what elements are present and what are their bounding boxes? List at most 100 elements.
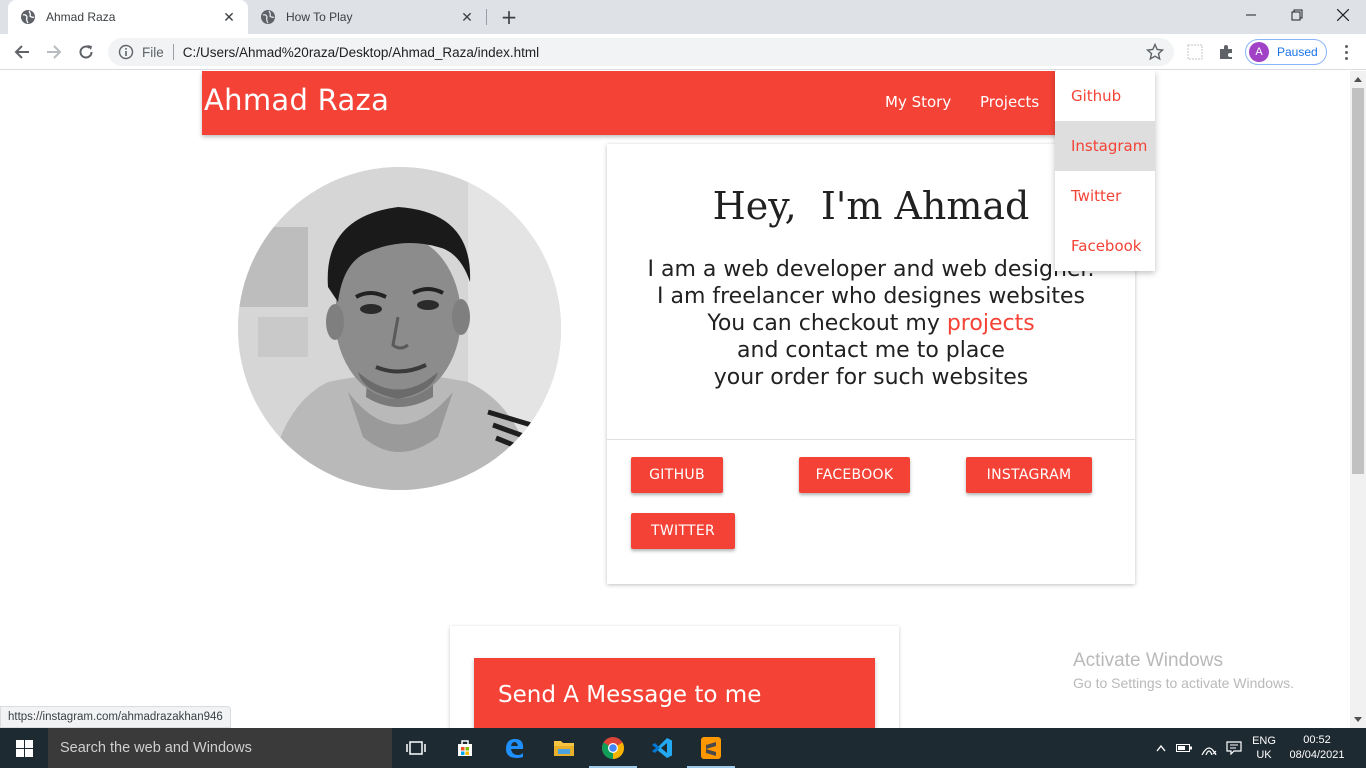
tab-title: How To Play	[286, 10, 353, 24]
arrow-left-icon	[14, 45, 29, 59]
taskbar-vscode[interactable]	[638, 728, 686, 768]
projects-link[interactable]: projects	[947, 311, 1035, 336]
tab-ahmad-raza[interactable]: Ahmad Raza ✕	[8, 0, 248, 34]
reload-icon	[79, 45, 93, 59]
close-window-button[interactable]	[1320, 0, 1366, 30]
network-indicator[interactable]	[1198, 728, 1220, 768]
taskbar-sublime-text[interactable]	[687, 728, 735, 768]
minimize-icon	[1246, 14, 1256, 16]
page-scrollbar[interactable]	[1350, 71, 1366, 728]
omnibox-separator	[172, 44, 174, 60]
clock-time: 00:52	[1303, 734, 1331, 746]
taskbar-edge[interactable]	[490, 728, 538, 768]
vscode-icon	[652, 738, 672, 758]
start-button[interactable]	[0, 728, 48, 768]
dropdown-item-facebook[interactable]: Facebook	[1055, 221, 1155, 271]
chrome-icon	[602, 737, 624, 759]
message-card-header: Send A Message to me	[474, 658, 875, 728]
battery-icon	[1176, 744, 1192, 752]
scroll-up-icon[interactable]	[1354, 77, 1362, 82]
address-bar[interactable]: File C:/Users/Ahmad%20raza/Desktop/Ahmad…	[108, 38, 1174, 66]
tab-how-to-play[interactable]: How To Play ✕	[248, 0, 486, 34]
store-icon	[458, 740, 472, 756]
facebook-button[interactable]: FACEBOOK	[799, 457, 910, 493]
task-view-button[interactable]	[392, 728, 440, 768]
browser-toolbar: File C:/Users/Ahmad%20raza/Desktop/Ahmad…	[0, 34, 1366, 70]
folder-icon	[554, 741, 574, 756]
globe-icon	[261, 10, 275, 24]
taskbar-file-explorer[interactable]	[540, 728, 588, 768]
card-divider	[607, 439, 1135, 440]
intro-line: I am freelancer who designes websites	[656, 284, 1086, 309]
language-code: ENG	[1252, 735, 1276, 747]
action-center-button[interactable]	[1222, 728, 1246, 768]
arrow-right-icon	[47, 45, 62, 59]
nav-link-my-story[interactable]: My Story	[885, 93, 951, 111]
message-card: Send A Message to me	[450, 626, 899, 728]
intro-line-with-link: You can checkout my projects	[607, 310, 1135, 337]
battery-indicator[interactable]	[1174, 728, 1194, 768]
show-hidden-icons-button[interactable]	[1152, 728, 1170, 768]
page-viewport: Ahmad Raza My Story Projects Github Inst…	[0, 71, 1350, 728]
nav-link-projects[interactable]: Projects	[980, 93, 1039, 111]
social-dropdown-menu: Github Instagram Twitter Facebook	[1055, 71, 1155, 271]
restore-icon	[1291, 9, 1303, 21]
restore-button[interactable]	[1274, 0, 1320, 30]
message-card-title: Send A Message to me	[498, 682, 762, 708]
intro-description: I am a web developer and web designer. I…	[607, 256, 1135, 391]
profile-button[interactable]: A Paused	[1245, 39, 1327, 65]
dropdown-item-twitter[interactable]: Twitter	[1055, 171, 1155, 221]
intro-line: your order for such websites	[713, 365, 1029, 390]
edge-icon	[506, 739, 524, 758]
portrait-image	[238, 167, 561, 490]
globe-icon	[21, 10, 35, 24]
minimize-button[interactable]	[1228, 0, 1274, 30]
avatar: A	[1249, 42, 1269, 62]
reload-button[interactable]	[72, 38, 100, 66]
system-clock[interactable]: 00:52 08/04/2021	[1288, 728, 1346, 768]
task-view-icon	[406, 741, 426, 755]
close-tab-icon[interactable]: ✕	[456, 6, 478, 28]
puzzle-icon[interactable]	[1217, 43, 1235, 61]
site-brand[interactable]: Ahmad Raza	[204, 83, 389, 117]
url-text[interactable]: C:/Users/Ahmad%20raza/Desktop/Ahmad_Raza…	[183, 45, 539, 60]
tab-strip: Ahmad Raza ✕ How To Play ✕ +	[0, 0, 1366, 34]
intro-line: and contact me to place	[737, 338, 1005, 363]
windows-logo-icon	[15, 739, 33, 757]
profile-status: Paused	[1277, 45, 1318, 59]
taskbar-store[interactable]	[441, 728, 489, 768]
scheme-label: File	[142, 44, 164, 60]
profile-photo	[238, 167, 561, 490]
menu-kebab-icon[interactable]	[1336, 40, 1356, 64]
scrollbar-thumb[interactable]	[1352, 88, 1364, 474]
chevron-up-icon	[1156, 744, 1166, 752]
bookmark-star-icon[interactable]	[1146, 43, 1164, 61]
tab-separator	[486, 9, 487, 25]
sublime-text-icon	[701, 737, 721, 759]
github-button[interactable]: GITHUB	[631, 457, 723, 493]
site-navbar: Ahmad Raza My Story Projects	[202, 71, 1100, 135]
watermark-subtitle: Go to Settings to activate Windows.	[1073, 675, 1294, 691]
language-region: UK	[1256, 749, 1272, 761]
close-icon	[1337, 9, 1349, 21]
close-tab-icon[interactable]: ✕	[218, 6, 240, 28]
wifi-icon	[1201, 747, 1217, 755]
scroll-down-icon[interactable]	[1354, 717, 1362, 722]
extension-page-icon[interactable]	[1186, 43, 1204, 61]
input-language-indicator[interactable]: ENG UK	[1250, 728, 1278, 768]
instagram-button[interactable]: INSTAGRAM	[966, 457, 1092, 493]
forward-button[interactable]	[40, 38, 68, 66]
taskbar-chrome[interactable]	[589, 728, 637, 768]
new-tab-button[interactable]: +	[496, 5, 522, 29]
intro-line-prefix: You can checkout my	[707, 311, 940, 336]
dropdown-item-instagram[interactable]: Instagram	[1055, 121, 1155, 171]
info-icon[interactable]	[118, 44, 134, 60]
back-button[interactable]	[8, 38, 36, 66]
notification-icon	[1226, 741, 1242, 755]
clock-date: 08/04/2021	[1289, 749, 1345, 761]
windows-taskbar: Search the web and Windows ENG UK 00:52 …	[0, 728, 1366, 768]
taskbar-search-input[interactable]: Search the web and Windows	[48, 728, 392, 768]
dropdown-item-github[interactable]: Github	[1055, 71, 1155, 121]
activate-windows-watermark: Activate Windows Go to Settings to activ…	[1073, 650, 1294, 691]
twitter-button[interactable]: TWITTER	[631, 513, 735, 549]
